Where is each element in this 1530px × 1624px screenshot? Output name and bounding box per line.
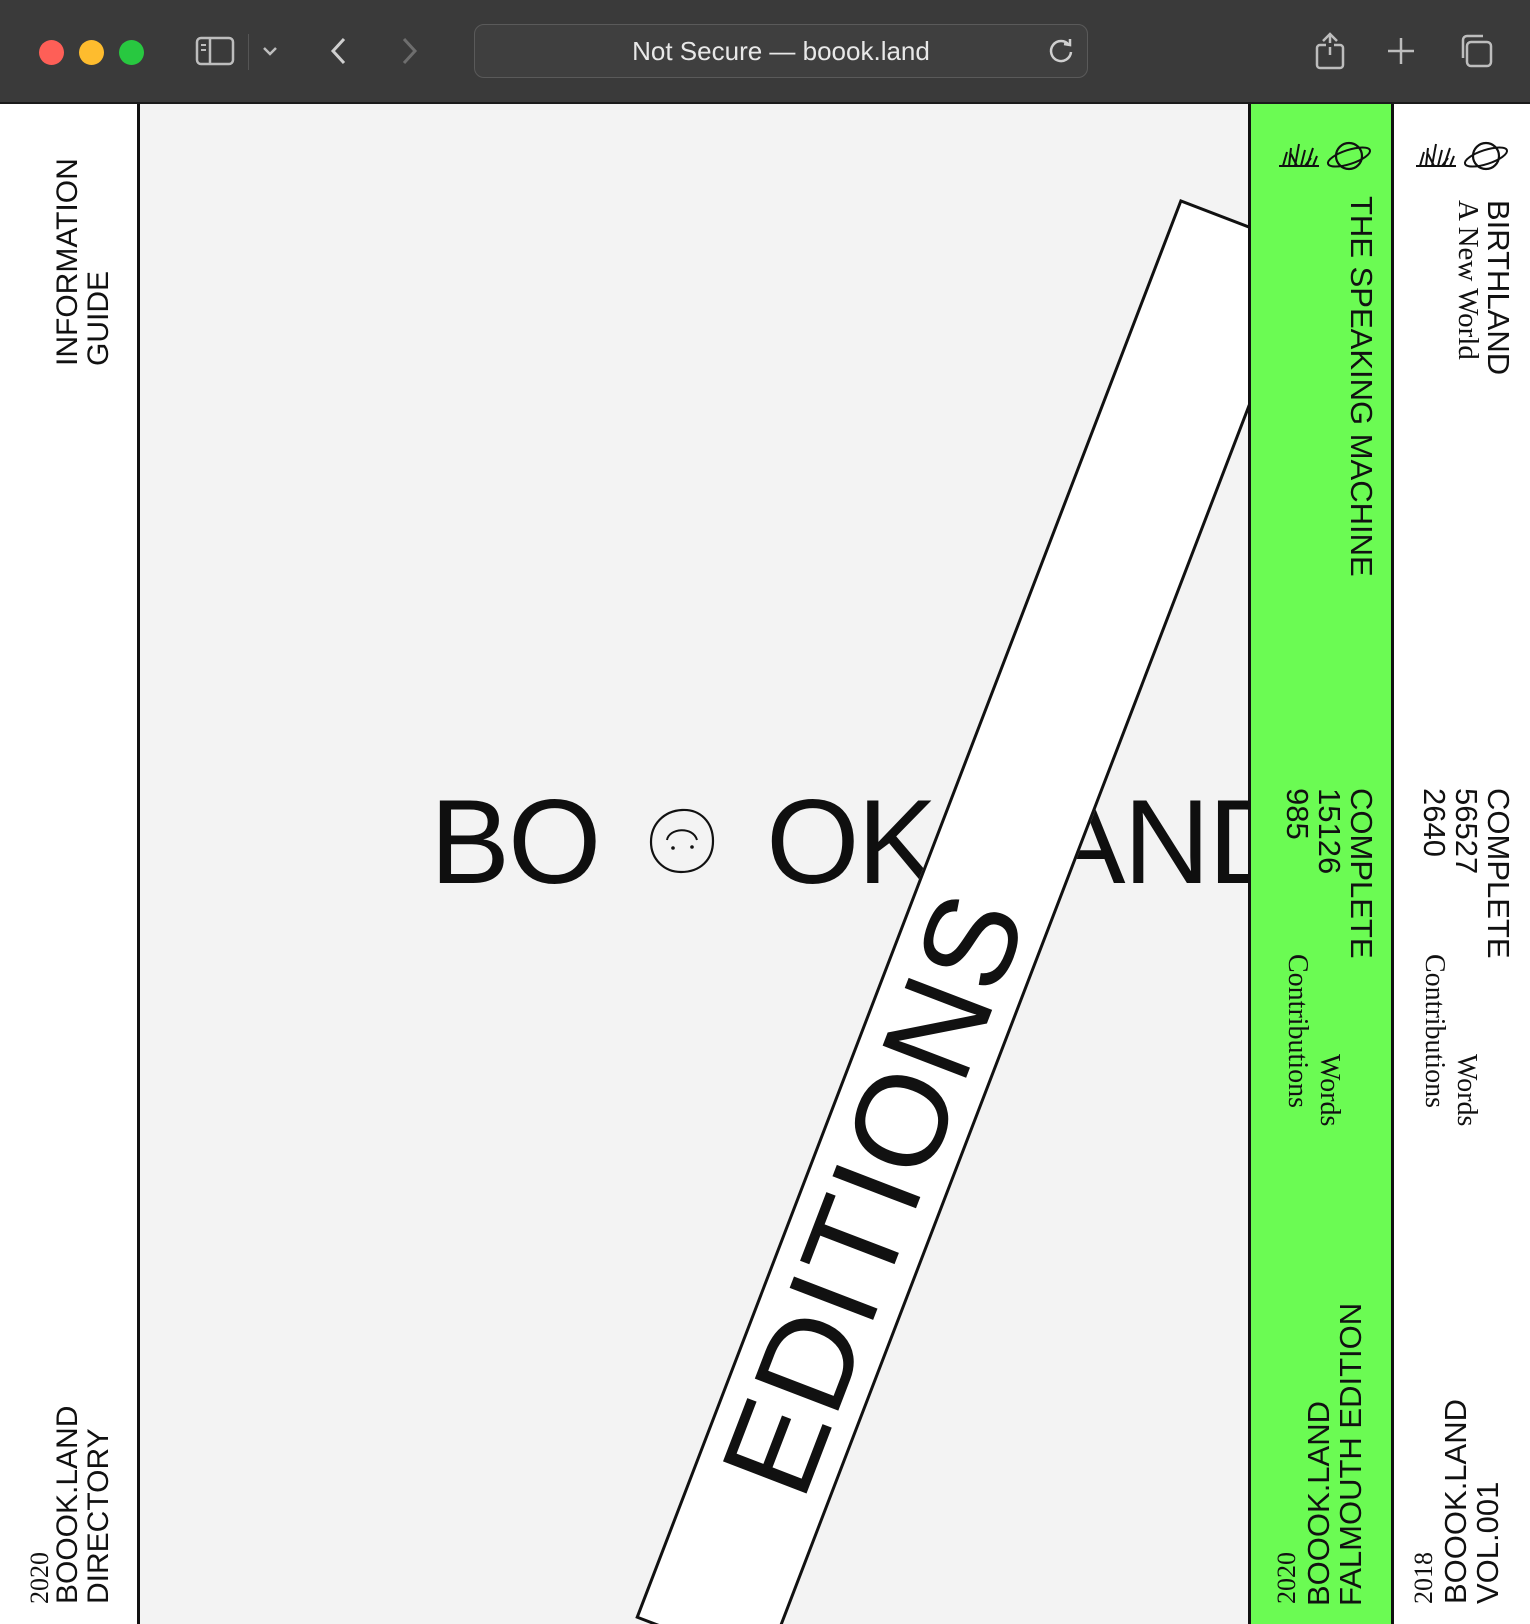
information-panel[interactable]: INFORMATION GUIDE BOOOK.LAND DIRECTORY 2… — [4, 104, 140, 1624]
chevron-down-icon[interactable] — [258, 26, 282, 76]
site-logo[interactable]: BO OK AND — [430, 775, 1295, 909]
words-label: Words — [1451, 1054, 1482, 1127]
smiley-face-icon — [643, 782, 723, 902]
volume-title: BOOOK.LAND VOL.001 — [1438, 1399, 1505, 1604]
volume-year: 2018 — [1409, 1552, 1438, 1604]
book-title: THE SPEAKING MACHINE — [1344, 196, 1379, 577]
information-guide-link[interactable]: INFORMATION GUIDE — [51, 158, 115, 366]
web-page: INFORMATION GUIDE BOOOK.LAND DIRECTORY 2… — [0, 104, 1530, 1624]
minimize-window-button[interactable] — [79, 40, 104, 65]
reload-icon[interactable] — [1045, 35, 1077, 72]
forward-arrow-icon[interactable] — [396, 26, 424, 76]
book-spine-speaking-machine[interactable]: THE SPEAKING MACHINE COMPLETE 15126 985 … — [1248, 104, 1394, 1624]
book-title: BIRTHLAND — [1481, 200, 1516, 376]
tab-overview-icon[interactable] — [1456, 26, 1496, 76]
close-window-button[interactable] — [39, 40, 64, 65]
completion-status: COMPLETE — [1344, 788, 1379, 959]
book-spine-birthland[interactable]: BIRTHLAND A New World COMPLETE 56527 264… — [1394, 104, 1530, 1624]
contributions-label: Contributions — [1282, 954, 1313, 1109]
words-count: 15126 — [1312, 788, 1347, 875]
contributions-count: 985 — [1280, 788, 1315, 840]
edition-title: BOOOK.LAND FALMOUTH EDITION — [1301, 1302, 1368, 1606]
share-icon[interactable] — [1310, 26, 1350, 76]
sidebar-toggle-icon[interactable] — [194, 26, 236, 76]
edition-year: 2020 — [1272, 1552, 1301, 1604]
directory-year: 2020 — [25, 1552, 54, 1604]
directory-title: BOOOK.LAND DIRECTORY — [51, 1405, 115, 1604]
new-tab-icon[interactable] — [1384, 26, 1418, 76]
browser-toolbar: Not Secure — boook.land — [0, 0, 1530, 104]
address-bar[interactable]: Not Secure — boook.land — [474, 24, 1088, 78]
logo-text-start: BO — [430, 775, 601, 909]
grass-icon — [1414, 140, 1458, 175]
contributions-label: Contributions — [1419, 954, 1450, 1109]
logo-text-middle: OK — [766, 775, 937, 909]
completion-status: COMPLETE — [1481, 788, 1516, 959]
grass-icon — [1277, 140, 1321, 175]
planet-icon — [1462, 136, 1510, 181]
zoom-window-button[interactable] — [119, 40, 144, 65]
back-arrow-icon[interactable] — [324, 26, 352, 76]
words-count: 56527 — [1449, 788, 1484, 875]
planet-icon — [1325, 136, 1373, 181]
contributions-count: 2640 — [1417, 788, 1452, 857]
toolbar-separator — [248, 34, 249, 70]
url-text: Not Secure — boook.land — [632, 36, 930, 66]
words-label: Words — [1314, 1054, 1345, 1127]
book-subtitle: A New World — [1452, 200, 1484, 360]
